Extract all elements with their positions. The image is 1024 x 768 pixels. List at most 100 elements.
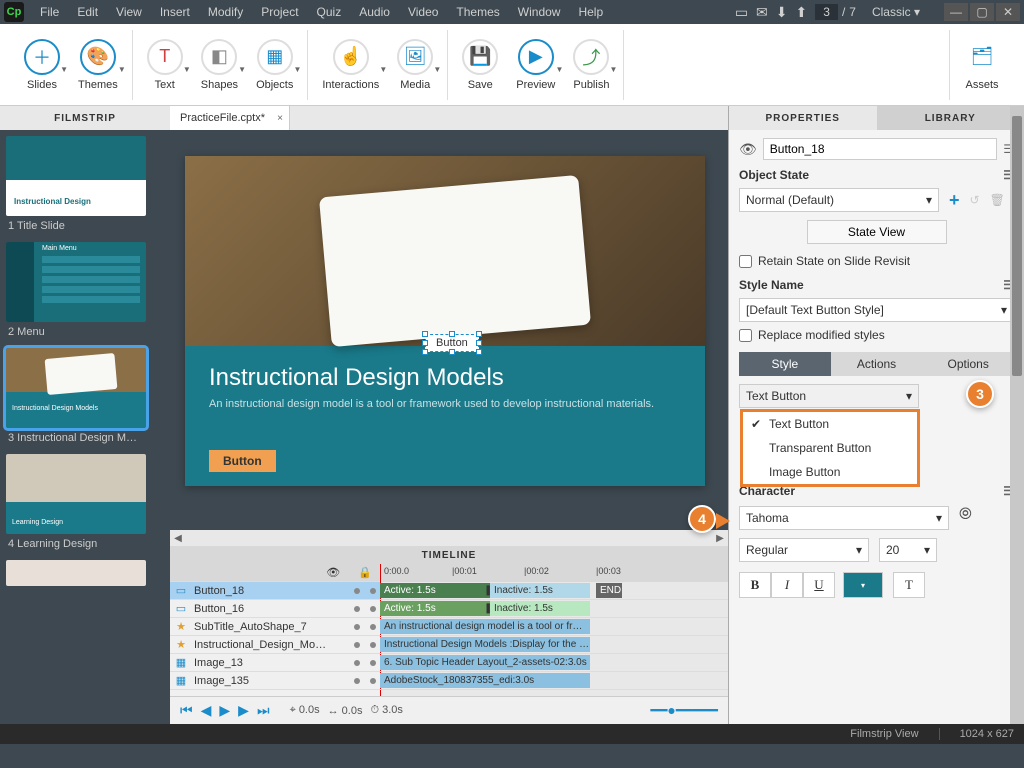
state-view-button[interactable]: State View: [807, 220, 947, 244]
menu-help[interactable]: Help: [570, 3, 611, 21]
app-logo: Cp: [4, 2, 24, 22]
current-slide-number[interactable]: 3: [815, 4, 838, 20]
menu-quiz[interactable]: Quiz: [309, 3, 350, 21]
timeline-row-subtitle[interactable]: ★SubTitle_AutoShape_7: [170, 618, 380, 636]
button-type-select[interactable]: Text Button▾ ✔Text Button Transparent Bu…: [739, 384, 919, 408]
slides-tool[interactable]: ＋Slides▼: [24, 39, 60, 91]
replace-styles-checkbox[interactable]: [739, 329, 752, 342]
mail-icon[interactable]: ✉: [756, 4, 768, 21]
font-style-select[interactable]: Regular▾: [739, 538, 869, 562]
text-color-swatch[interactable]: ▾: [843, 572, 883, 598]
timeline-row-image135[interactable]: ▦Image_135: [170, 672, 380, 690]
shapes-tool[interactable]: ◧Shapes▼: [201, 39, 238, 91]
interactions-tool[interactable]: ☝Interactions▼: [322, 39, 379, 91]
properties-scrollbar[interactable]: [1010, 106, 1024, 724]
state-reset-icon[interactable]: ↺: [970, 193, 980, 207]
font-size-select[interactable]: 20▾: [879, 538, 937, 562]
download-icon[interactable]: ⬇: [776, 4, 788, 21]
slide-thumb-4[interactable]: Learning Design 4 Learning Design: [6, 454, 164, 550]
text-icon: T: [147, 39, 183, 75]
minimize-button[interactable]: —: [944, 3, 968, 21]
eye-icon[interactable]: 👁: [326, 566, 340, 579]
menu-project[interactable]: Project: [253, 3, 306, 21]
font-family-select[interactable]: Tahoma▾: [739, 506, 949, 530]
layout-dropdown[interactable]: Classic ▾: [864, 3, 928, 21]
timeline-row-title[interactable]: ★Instructional_Design_Mo…: [170, 636, 380, 654]
menu-edit[interactable]: Edit: [69, 3, 106, 21]
slide-thumb-2[interactable]: Main Menu 2 Menu: [6, 242, 164, 338]
horizontal-scrollbar[interactable]: ◀▶: [170, 530, 728, 546]
typekit-icon[interactable]: ⦾: [959, 506, 972, 530]
state-select[interactable]: Normal (Default)▾: [739, 188, 939, 212]
save-tool[interactable]: 💾Save: [462, 39, 498, 91]
grid-icon: ▦: [257, 39, 293, 75]
objects-tool[interactable]: ▦Objects▼: [256, 39, 293, 91]
style-name-select[interactable]: [Default Text Button Style]▾: [739, 298, 1014, 322]
timeline-prev-button[interactable]: ◀: [201, 702, 212, 719]
media-tool[interactable]: 🖼Media▼: [397, 39, 433, 91]
notebook-graphic: [319, 175, 591, 347]
underline-button[interactable]: U: [803, 572, 835, 598]
menu-file[interactable]: File: [32, 3, 67, 21]
annotation-callout-4: 4: [688, 505, 716, 533]
menu-themes[interactable]: Themes: [448, 3, 507, 21]
file-tab[interactable]: PracticeFile.cptx*×: [170, 106, 290, 130]
sub-tab-actions[interactable]: Actions: [831, 352, 923, 376]
slide-thumb-3[interactable]: Instructional Design Models 3 Instructio…: [6, 348, 164, 444]
timeline-row-button18[interactable]: ▭Button_18: [170, 582, 380, 600]
toolbar: ＋Slides▼ 🎨Themes▼ TText▼ ◧Shapes▼ ▦Objec…: [0, 24, 1024, 106]
slide-preview: Button Instructional Design Models An in…: [185, 156, 705, 486]
menu-video[interactable]: Video: [400, 3, 446, 21]
preview-tool[interactable]: ▶Preview▼: [516, 39, 555, 91]
assets-tool[interactable]: 🗂Assets: [964, 39, 1000, 91]
timeline-row-button16[interactable]: ▭Button_16: [170, 600, 380, 618]
slide-thumb-1[interactable]: Instructional Design 1 Title Slide: [6, 136, 164, 232]
slide-button-caption[interactable]: Button: [209, 450, 276, 472]
tab-properties[interactable]: PROPERTIES: [729, 106, 877, 130]
menu-modify[interactable]: Modify: [200, 3, 251, 21]
selected-button-object[interactable]: Button: [425, 334, 479, 352]
timeline-panel: TIMELINE 👁 🔒 ▭Button_18 ▭Button_16 ★SubT…: [170, 546, 728, 724]
themes-tool[interactable]: 🎨Themes▼: [78, 39, 118, 91]
italic-button[interactable]: I: [771, 572, 803, 598]
dropdown-option-image-button[interactable]: Image Button: [743, 460, 917, 484]
menu-insert[interactable]: Insert: [152, 3, 198, 21]
upload-icon[interactable]: ⬆: [796, 4, 808, 21]
timeline-first-button[interactable]: ⏮: [180, 702, 193, 719]
filmstrip-header: FILMSTRIP: [0, 106, 170, 130]
maximize-button[interactable]: ▢: [970, 3, 994, 21]
timeline-next-button[interactable]: ▶: [238, 702, 249, 719]
slide-thumb-5[interactable]: [6, 560, 164, 586]
menu-audio[interactable]: Audio: [351, 3, 398, 21]
text-tool[interactable]: TText▼: [147, 39, 183, 91]
comment-icon[interactable]: ▭: [735, 4, 748, 21]
object-name-input[interactable]: [763, 138, 997, 160]
dropdown-option-transparent-button[interactable]: Transparent Button: [743, 436, 917, 460]
delete-state-icon[interactable]: 🗑: [990, 193, 1005, 207]
timeline-last-button[interactable]: ⏭: [257, 702, 270, 719]
timeline-zoom-slider[interactable]: ━━●━━━━━: [651, 702, 718, 719]
close-button[interactable]: ✕: [996, 3, 1020, 21]
timeline-header: TIMELINE: [170, 546, 728, 564]
retain-state-checkbox[interactable]: [739, 255, 752, 268]
timeline-play-button[interactable]: ▶: [219, 702, 230, 719]
timeline-ruler[interactable]: 0:00.0 |00:01 |00:02 |00:03: [380, 564, 728, 582]
bold-button[interactable]: B: [739, 572, 771, 598]
lock-icon[interactable]: 🔒: [358, 566, 372, 579]
highlight-button[interactable]: T: [893, 572, 925, 598]
canvas[interactable]: Button Instructional Design Models An in…: [170, 130, 728, 530]
publish-tool[interactable]: ⤴Publish▼: [573, 39, 609, 91]
sub-tab-style[interactable]: Style: [739, 352, 831, 376]
plus-icon: ＋: [24, 39, 60, 75]
menu-window[interactable]: Window: [510, 3, 569, 21]
slide-subtitle: An instructional design model is a tool …: [209, 398, 681, 410]
sub-tab-options[interactable]: Options: [922, 352, 1014, 376]
timeline-row-image13[interactable]: ▦Image_13: [170, 654, 380, 672]
dropdown-option-text-button[interactable]: ✔Text Button: [743, 412, 917, 436]
tab-library[interactable]: LIBRARY: [877, 106, 1024, 130]
menu-view[interactable]: View: [108, 3, 150, 21]
play-icon: ▶: [518, 39, 554, 75]
add-state-button[interactable]: +: [949, 190, 960, 211]
close-icon[interactable]: ×: [277, 113, 283, 124]
visibility-icon[interactable]: 👁: [739, 141, 757, 158]
